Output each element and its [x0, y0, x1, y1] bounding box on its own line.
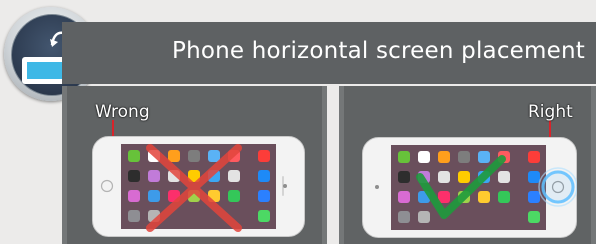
right-label: Right: [528, 102, 573, 122]
page-title: Phone horizontal screen placement: [172, 38, 585, 64]
phone-wrong: [92, 136, 305, 237]
phone-right: [362, 137, 577, 238]
home-button-highlight: [538, 167, 577, 207]
wrong-label: Wrong: [95, 102, 150, 122]
